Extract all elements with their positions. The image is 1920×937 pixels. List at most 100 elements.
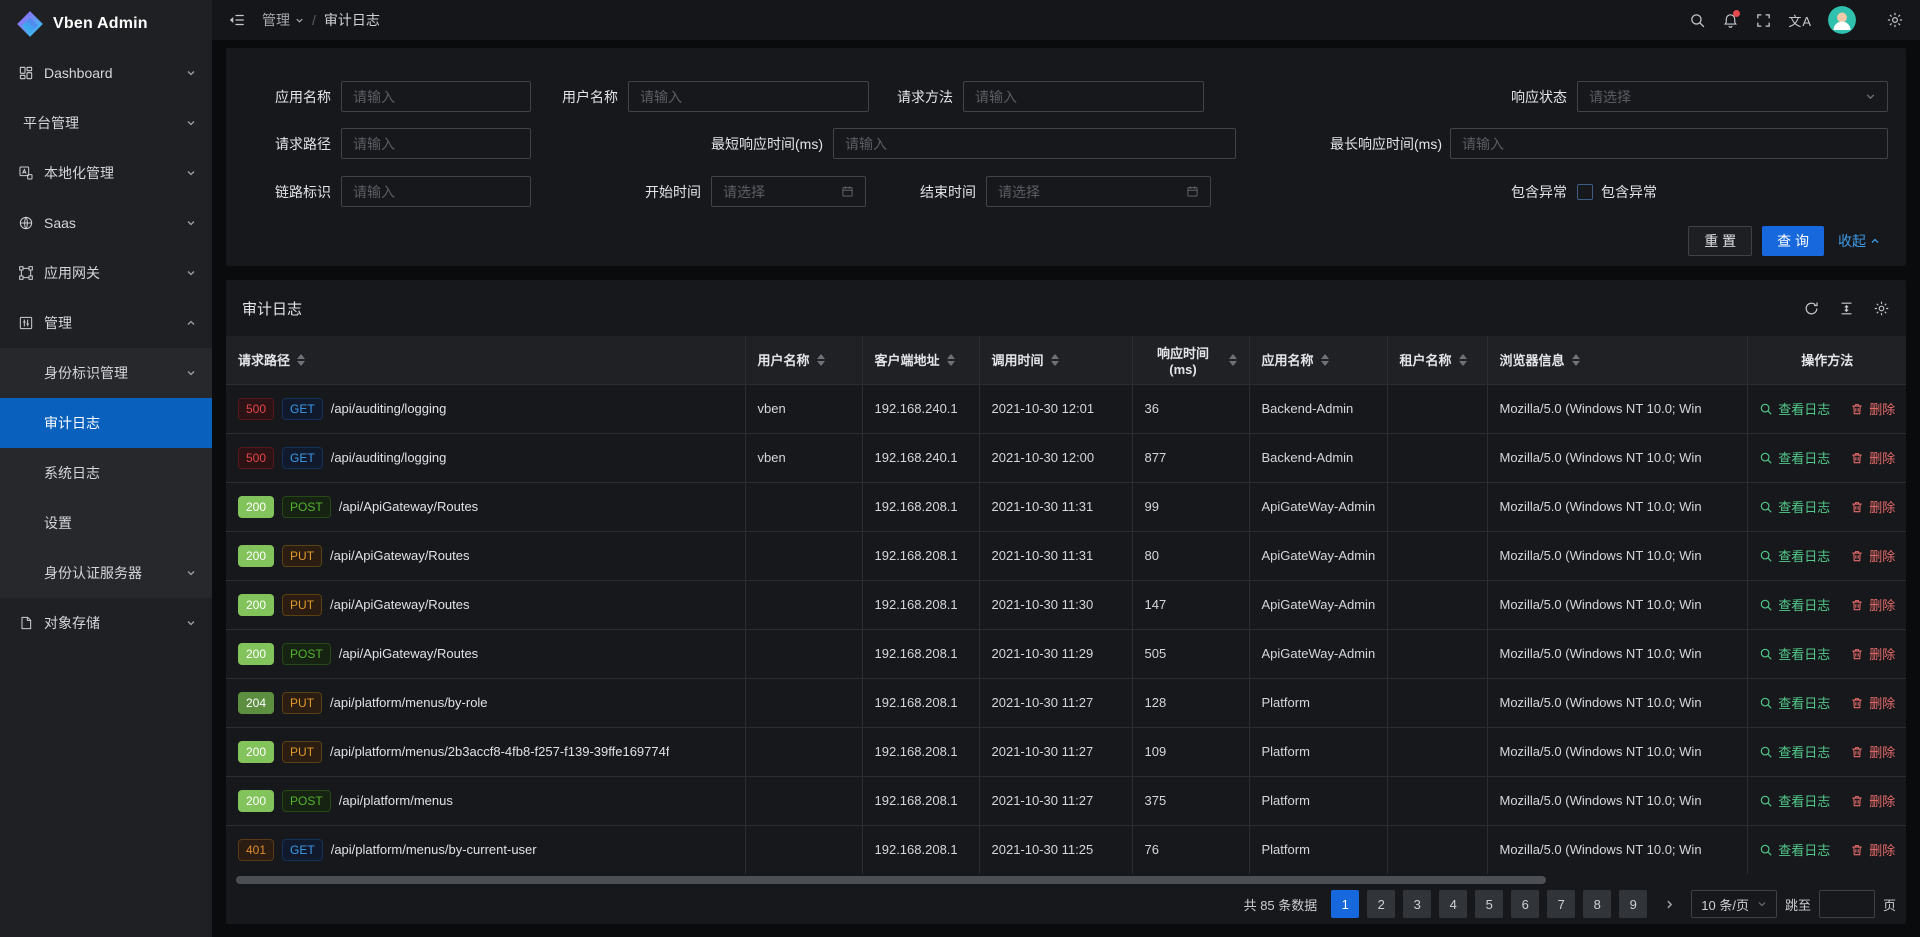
chevron-down-icon	[186, 68, 196, 78]
tenant-name-cell	[1387, 727, 1487, 776]
view-log-link[interactable]: 查看日志	[1759, 791, 1830, 810]
collapse-link[interactable]: 收起	[1838, 231, 1880, 251]
column-header[interactable]: 调用时间	[979, 336, 1132, 384]
sort-icon[interactable]	[1459, 354, 1467, 366]
sort-icon[interactable]	[1572, 354, 1580, 366]
column-header[interactable]: 用户名称	[745, 336, 862, 384]
sidebar-item-app-gateway[interactable]: 应用网关	[0, 248, 212, 298]
avatar[interactable]	[1828, 6, 1856, 34]
page-button-2[interactable]: 2	[1367, 890, 1395, 918]
jump-page-input[interactable]	[1819, 890, 1875, 918]
column-settings-icon[interactable]	[1873, 300, 1890, 317]
max-response-time-input[interactable]	[1450, 128, 1888, 159]
trace-id-input[interactable]	[341, 176, 531, 207]
view-log-link[interactable]: 查看日志	[1759, 840, 1830, 859]
column-header[interactable]: 客户端地址	[862, 336, 979, 384]
scrollbar-thumb[interactable]	[236, 876, 1546, 884]
sidebar-item-settings[interactable]: 设置	[0, 498, 212, 548]
delete-link[interactable]: 删除	[1850, 644, 1895, 663]
page-size-select[interactable]: 10 条/页	[1691, 890, 1777, 918]
view-log-link[interactable]: 查看日志	[1759, 399, 1830, 418]
page-button-9[interactable]: 9	[1619, 890, 1647, 918]
include-exception-checkbox[interactable]	[1577, 184, 1593, 200]
sort-icon[interactable]	[1229, 354, 1237, 366]
page-button-4[interactable]: 4	[1439, 890, 1467, 918]
delete-link[interactable]: 删除	[1850, 546, 1895, 565]
fullscreen-icon[interactable]	[1755, 12, 1772, 29]
view-log-link[interactable]: 查看日志	[1759, 644, 1830, 663]
page-button-1[interactable]: 1	[1331, 890, 1359, 918]
refresh-icon[interactable]	[1803, 300, 1820, 317]
delete-link[interactable]: 删除	[1850, 693, 1895, 712]
view-log-link[interactable]: 查看日志	[1759, 448, 1830, 467]
request-method-input[interactable]	[963, 81, 1204, 112]
sidebar-item-auth-server[interactable]: 身份认证服务器	[0, 548, 212, 598]
logo[interactable]: Vben Admin	[0, 0, 212, 48]
page-button-5[interactable]: 5	[1475, 890, 1503, 918]
query-button[interactable]: 查 询	[1762, 226, 1824, 256]
request-path-input[interactable]	[341, 128, 531, 159]
column-header[interactable]: 响应时间(ms)	[1132, 336, 1249, 384]
reset-button[interactable]: 重 置	[1688, 226, 1752, 256]
start-time-picker[interactable]: 请选择	[711, 176, 866, 207]
view-log-link[interactable]: 查看日志	[1759, 693, 1830, 712]
method-badge: POST	[282, 790, 331, 812]
column-header[interactable]: 租户名称	[1387, 336, 1487, 384]
column-header[interactable]: 浏览器信息	[1487, 336, 1747, 384]
column-header[interactable]: 请求路径	[226, 336, 745, 384]
sidebar-item-audit-log[interactable]: 审计日志	[0, 398, 212, 448]
chevron-up-icon	[1870, 236, 1880, 246]
sidebar-item-management[interactable]: 管理	[0, 298, 212, 348]
sidebar-item-system-log[interactable]: 系统日志	[0, 448, 212, 498]
request-path: /api/ApiGateway/Routes	[339, 499, 478, 514]
sidebar-item-saas[interactable]: Saas	[0, 198, 212, 248]
view-log-link[interactable]: 查看日志	[1759, 595, 1830, 614]
delete-link[interactable]: 删除	[1850, 497, 1895, 516]
page-button-7[interactable]: 7	[1547, 890, 1575, 918]
user-name-input[interactable]	[628, 81, 869, 112]
search-icon[interactable]	[1689, 12, 1706, 29]
delete-link[interactable]: 删除	[1850, 791, 1895, 810]
row-height-icon[interactable]	[1838, 300, 1855, 317]
call-time-cell: 2021-10-30 11:25	[979, 825, 1132, 874]
delete-link[interactable]: 删除	[1850, 595, 1895, 614]
localization-icon	[18, 165, 34, 181]
sidebar-item-localization-management[interactable]: 本地化管理	[0, 148, 212, 198]
app-name-input[interactable]	[341, 81, 531, 112]
response-time-cell: 147	[1132, 580, 1249, 629]
sidebar-item-object-storage[interactable]: 对象存储	[0, 598, 212, 648]
sort-icon[interactable]	[1051, 354, 1059, 366]
locale-icon[interactable]: 文A	[1788, 11, 1812, 30]
response-status-select[interactable]: 请选择	[1577, 81, 1888, 112]
sort-icon[interactable]	[947, 354, 955, 366]
delete-link[interactable]: 删除	[1850, 742, 1895, 761]
end-time-picker[interactable]: 请选择	[986, 176, 1211, 207]
page-content: 应用名称 用户名称 请求方法 响应状态 请选择	[212, 40, 1920, 937]
sidebar-item-platform-management[interactable]: 平台管理	[0, 98, 212, 148]
view-log-link[interactable]: 查看日志	[1759, 742, 1830, 761]
view-log-link[interactable]: 查看日志	[1759, 546, 1830, 565]
response-time-cell: 80	[1132, 531, 1249, 580]
page-button-6[interactable]: 6	[1511, 890, 1539, 918]
delete-link[interactable]: 删除	[1850, 448, 1895, 467]
sidebar-item-identity-management[interactable]: 身份标识管理	[0, 348, 212, 398]
column-header[interactable]: 应用名称	[1249, 336, 1387, 384]
notification-icon[interactable]	[1722, 12, 1739, 29]
min-response-time-input[interactable]	[833, 128, 1236, 159]
collapse-sidebar-icon[interactable]	[228, 11, 246, 29]
breadcrumb-root[interactable]: 管理	[262, 10, 304, 30]
page-button-3[interactable]: 3	[1403, 890, 1431, 918]
app-name-cell: ApiGateWay-Admin	[1249, 531, 1387, 580]
page-button-8[interactable]: 8	[1583, 890, 1611, 918]
sort-icon[interactable]	[297, 354, 305, 366]
settings-icon[interactable]	[1886, 11, 1904, 29]
view-log-link[interactable]: 查看日志	[1759, 497, 1830, 516]
sort-icon[interactable]	[1321, 354, 1329, 366]
sort-icon[interactable]	[817, 354, 825, 366]
next-page-button[interactable]	[1655, 890, 1683, 918]
browser-info-cell: Mozilla/5.0 (Windows NT 10.0; Win	[1487, 433, 1747, 482]
delete-link[interactable]: 删除	[1850, 399, 1895, 418]
sidebar-item-dashboard[interactable]: Dashboard	[0, 48, 212, 98]
delete-link[interactable]: 删除	[1850, 840, 1895, 859]
tenant-name-cell	[1387, 384, 1487, 433]
